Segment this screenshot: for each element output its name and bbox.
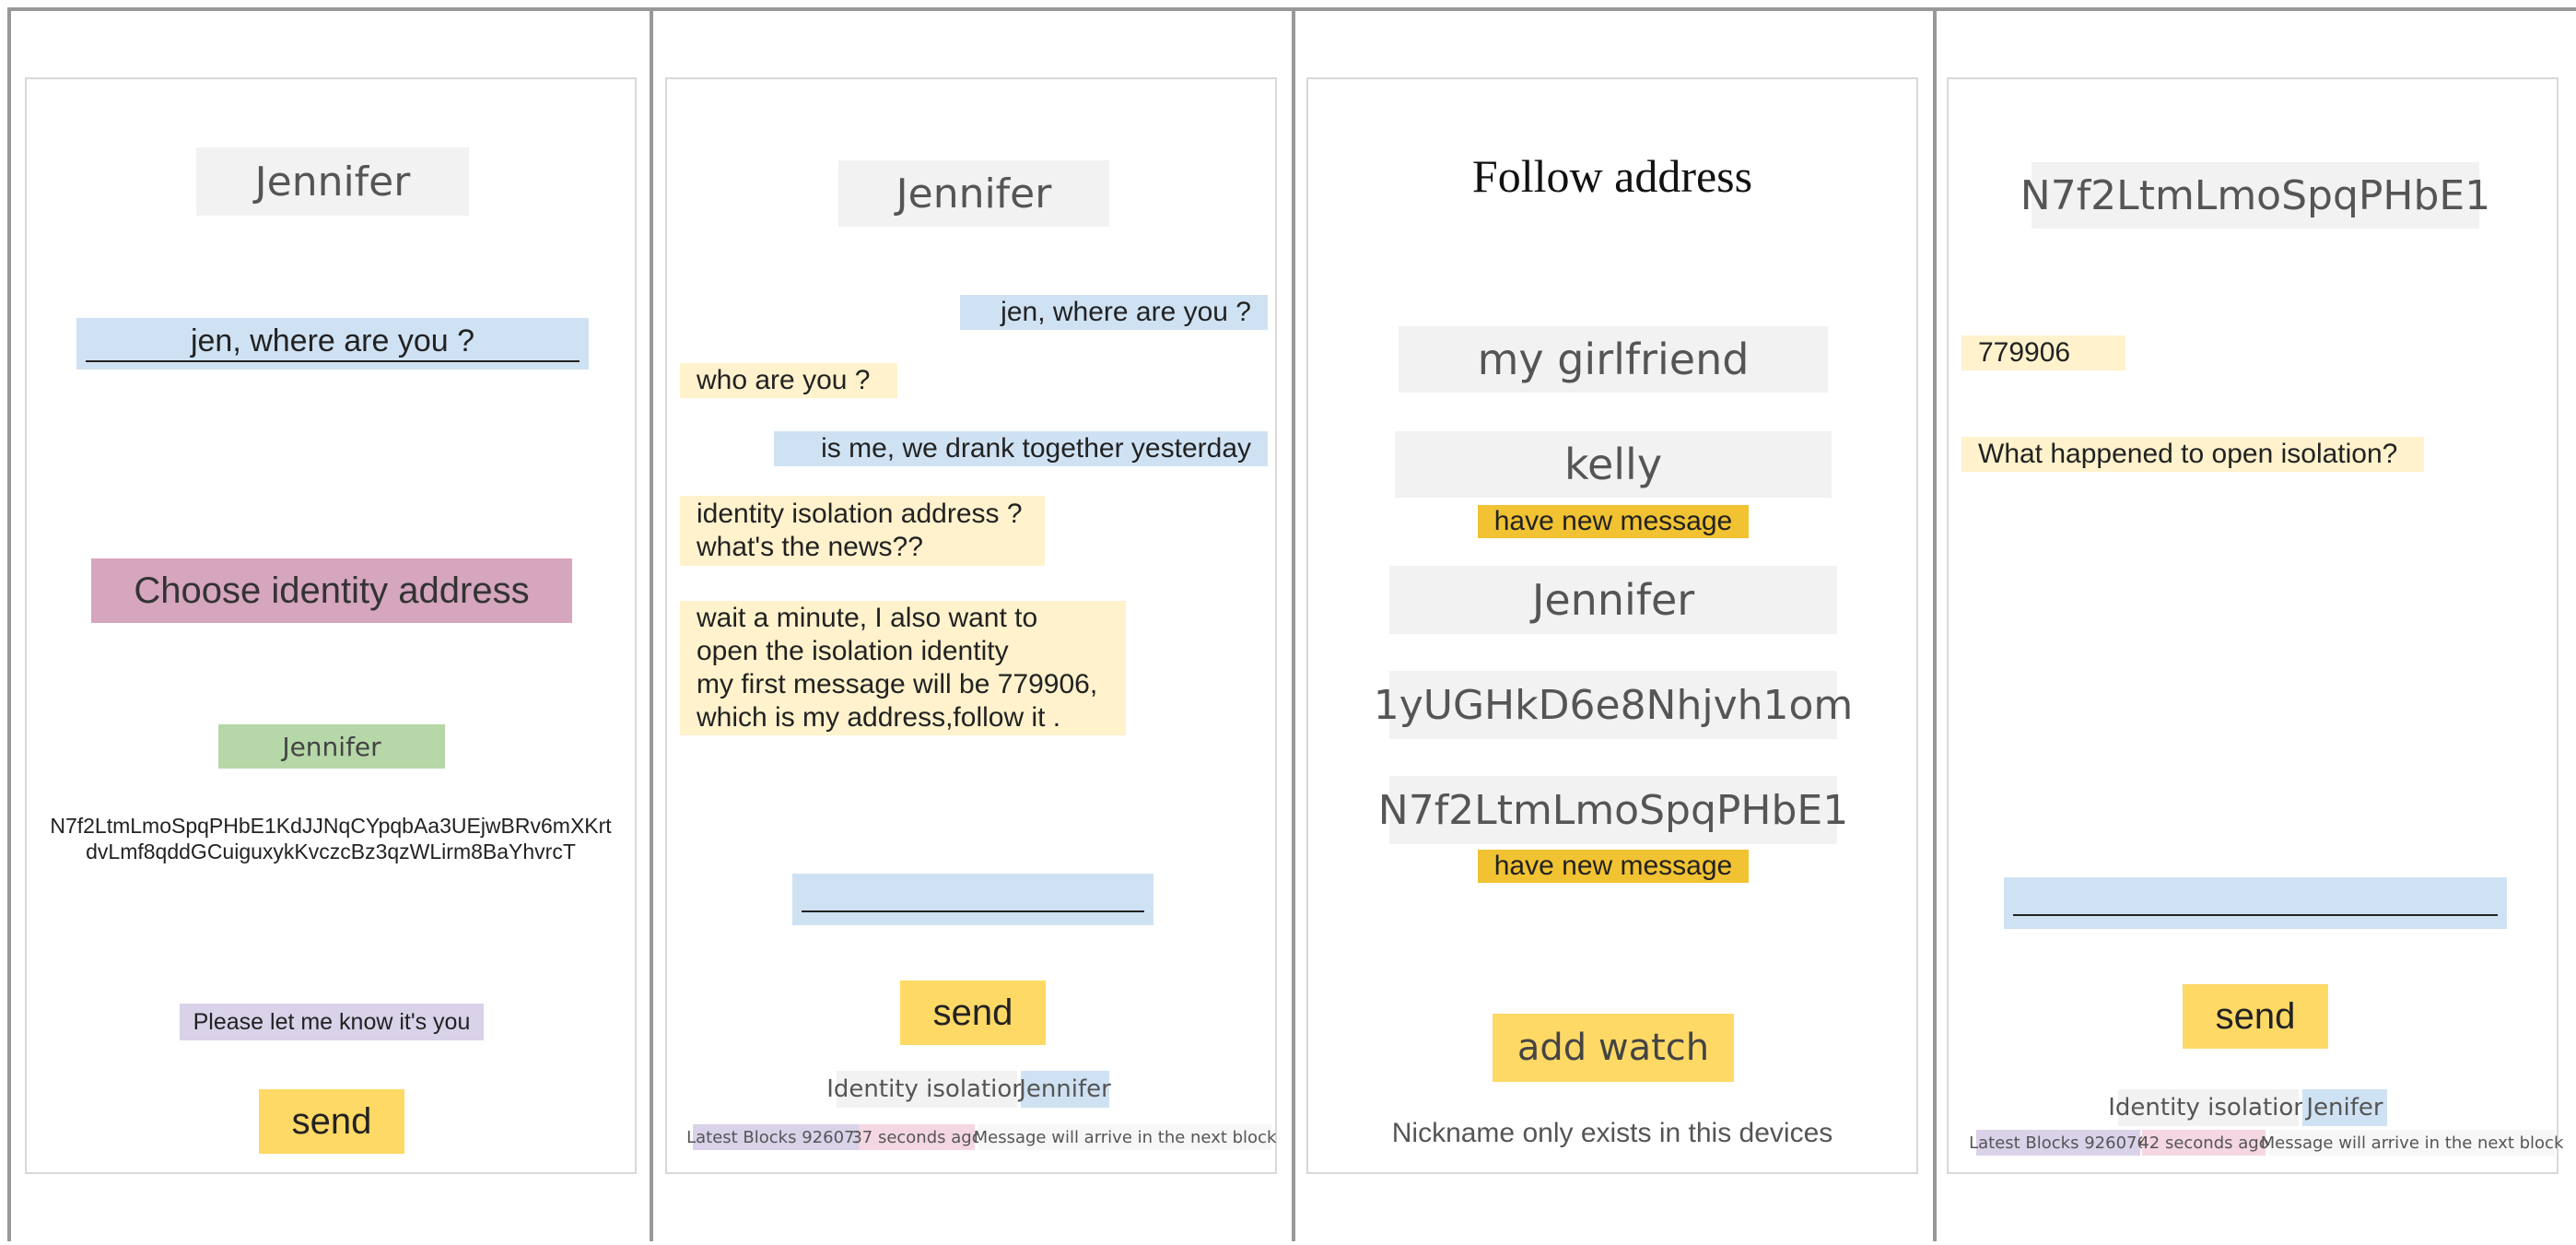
- identity-address-text: N7f2LtmLmoSpqPHbE1KdJJNqCYpqbAa3UEjwBRv6…: [50, 814, 612, 863]
- latest-blocks-badge: Latest Blocks 926076: [1969, 1130, 2148, 1156]
- verification-prompt: Please let me know it's you: [180, 1004, 484, 1040]
- identity-mode-label: Identity isolation: [826, 1071, 1027, 1108]
- identity-mode-name[interactable]: Jennifer: [1019, 1071, 1111, 1108]
- page-title: Follow address: [1471, 150, 1753, 202]
- screen-compose: Jennifer jen, where are you ? Choose ide…: [25, 77, 637, 1174]
- chat-message-incoming: 779906: [1961, 335, 2125, 370]
- screen-chat: Jennifer jen, where are you ? who are yo…: [665, 77, 1277, 1174]
- new-message-badge: have new message: [1478, 505, 1749, 538]
- block-time-badge: 42 seconds ago: [2138, 1130, 2269, 1156]
- screen-isolated-chat: N7f2LtmLmoSpqPHbE1 779906 What happened …: [1947, 77, 2563, 1174]
- address-title: N7f2LtmLmoSpqPHbE1: [2020, 162, 2490, 229]
- follow-item-4[interactable]: N7f2LtmLmoSpqPHbE1: [1378, 776, 1848, 844]
- identity-mode-label: Identity isolation: [2108, 1089, 2309, 1126]
- chat-message-incoming: What happened to open isolation?: [1961, 437, 2424, 472]
- arrival-note: Message will arrive in the next block: [974, 1124, 1276, 1150]
- input-underline: [2013, 914, 2498, 916]
- chat-message-outgoing: jen, where are you ?: [960, 295, 1268, 330]
- divider-left: [7, 7, 11, 1241]
- follow-item-2[interactable]: Jennifer: [1389, 566, 1837, 634]
- latest-blocks-badge: Latest Blocks 926073: [686, 1124, 865, 1150]
- new-message-badge: have new message: [1478, 850, 1749, 883]
- send-button[interactable]: send: [259, 1089, 404, 1154]
- arrival-note: Message will arrive in the next block: [2261, 1130, 2563, 1156]
- follow-item-3[interactable]: 1yUGHkD6e8Nhjvh1om: [1374, 671, 1853, 739]
- divider-3: [1933, 7, 1937, 1241]
- contact-title: Jennifer: [838, 160, 1109, 227]
- send-button[interactable]: send: [2183, 984, 2328, 1049]
- divider-2: [1292, 7, 1295, 1241]
- identity-chip[interactable]: Jennifer: [218, 724, 445, 769]
- message-input[interactable]: [792, 874, 1153, 925]
- add-watch-button[interactable]: add watch: [1493, 1014, 1734, 1082]
- footer-note: Nickname only exists in this devices: [1391, 1118, 1833, 1148]
- identity-mode-name[interactable]: Jenifer: [2302, 1089, 2387, 1126]
- chat-message-incoming: identity isolation address ? what's the …: [680, 496, 1045, 566]
- follow-item-1[interactable]: kelly: [1395, 431, 1832, 498]
- chat-message-outgoing: is me, we drank together yesterday: [774, 431, 1268, 466]
- message-input[interactable]: [2004, 877, 2507, 929]
- chat-message-incoming: who are you ?: [680, 363, 897, 398]
- chat-message-incoming: wait a minute, I also want to open the i…: [680, 601, 1126, 735]
- divider-1: [650, 7, 653, 1241]
- message-input[interactable]: jen, where are you ?: [76, 318, 589, 370]
- input-underline: [86, 360, 580, 362]
- follow-item-0[interactable]: my girlfriend: [1399, 326, 1828, 393]
- message-input-value: jen, where are you ?: [190, 323, 475, 358]
- contact-title: Jennifer: [196, 147, 469, 216]
- choose-identity-button[interactable]: Choose identity address: [91, 558, 572, 623]
- send-button[interactable]: send: [900, 981, 1046, 1045]
- input-underline: [802, 910, 1144, 912]
- block-time-badge: 37 seconds ago: [851, 1124, 982, 1150]
- screen-follow-list: Follow address my girlfriend kelly have …: [1306, 77, 1918, 1174]
